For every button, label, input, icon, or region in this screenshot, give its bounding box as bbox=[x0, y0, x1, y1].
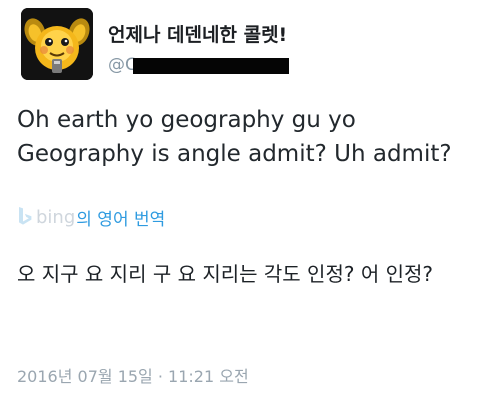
bing-icon bbox=[19, 207, 32, 225]
translate-label: 의 영어 번역 bbox=[76, 209, 166, 230]
timestamp[interactable]: 2016년 07월 15일 · 11:21 오전 bbox=[17, 363, 249, 387]
translated-text: 오 지구 요 지리 구 요 지리는 각도 인정? 어 인정? bbox=[17, 262, 434, 286]
tweet-text-line: Geography is angle admit? Uh admit? bbox=[17, 141, 452, 167]
bing-logo-text: bing bbox=[36, 206, 76, 228]
translate-link[interactable]: bing 의 영어 번역 bbox=[17, 205, 166, 230]
tweet-text: Oh earth yo geography gu yo Geography is… bbox=[17, 103, 487, 171]
redaction-bar bbox=[133, 58, 289, 74]
tweet-text-line: Oh earth yo geography gu yo bbox=[17, 107, 356, 133]
dedenne-icon bbox=[21, 8, 93, 80]
display-name[interactable]: 언제나 데덴네한 콜렛! bbox=[108, 20, 287, 47]
avatar[interactable] bbox=[21, 8, 93, 80]
